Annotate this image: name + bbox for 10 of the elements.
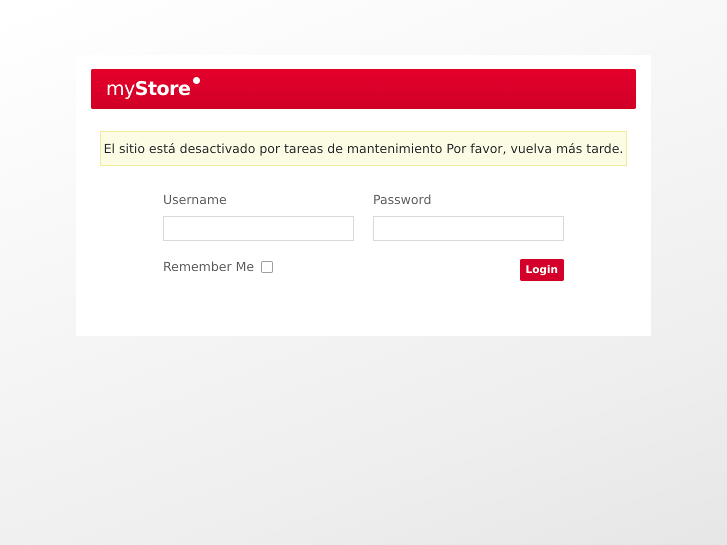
remember-label: Remember Me — [163, 259, 254, 274]
input-field[interactable] — [373, 216, 564, 241]
dot-icon — [193, 77, 200, 84]
input-field[interactable] — [163, 216, 354, 241]
field-label: Password — [373, 192, 432, 209]
maintenance-notice: El sitio está desactivado por tareas de mantenimiento Por favor, vuelva más tarde. — [100, 131, 627, 166]
logo: myStore — [106, 78, 190, 100]
remember-checkbox[interactable] — [261, 260, 274, 272]
field-label: Username — [163, 192, 228, 209]
login-button[interactable]: Login — [520, 259, 564, 281]
